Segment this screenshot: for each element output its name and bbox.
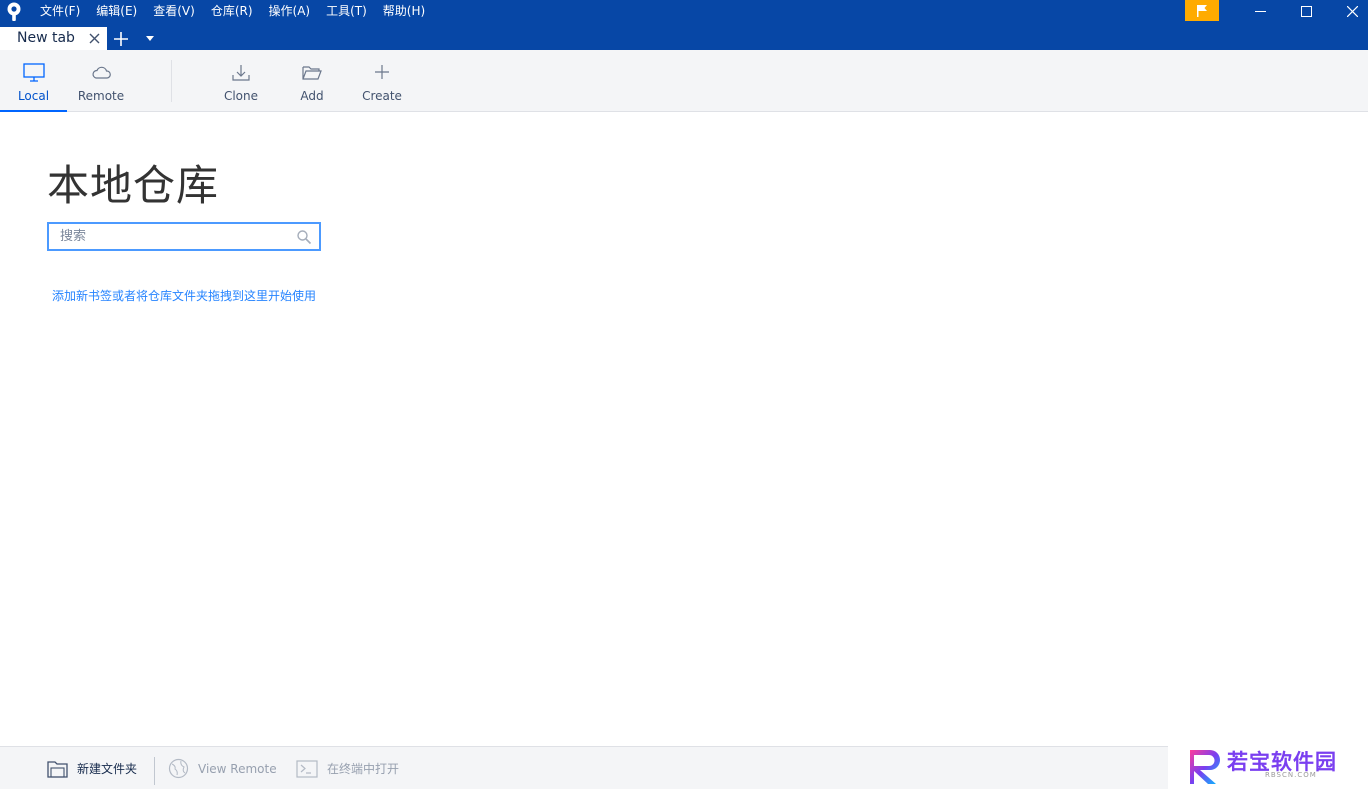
close-window-button[interactable] <box>1329 0 1368 22</box>
toolbar: Local Remote Clone Add Create <box>0 50 1368 112</box>
tab-strip: New tab <box>0 27 165 50</box>
status-bar: 新建文件夹 View Remote 在终端中打开 <box>0 746 1168 789</box>
close-icon <box>1346 5 1358 17</box>
menu-actions[interactable]: 操作(A) <box>261 0 319 22</box>
local-button[interactable]: Local <box>0 50 67 112</box>
search-box <box>47 222 321 251</box>
statusbar-divider <box>154 757 155 785</box>
tab-list-dropdown[interactable] <box>135 27 165 50</box>
create-label: Create <box>362 89 402 103</box>
menu-help[interactable]: 帮助(H) <box>375 0 433 22</box>
add-label: Add <box>300 89 324 103</box>
remote-button[interactable]: Remote <box>67 50 135 111</box>
view-remote-button[interactable]: View Remote <box>168 747 277 790</box>
search-input[interactable] <box>49 224 291 249</box>
view-remote-label: View Remote <box>198 761 277 776</box>
title-bar: 文件(F) 编辑(E) 查看(V) 仓库(R) 操作(A) 工具(T) 帮助(H… <box>0 0 1368 50</box>
minimize-icon <box>1254 10 1266 12</box>
new-folder-button[interactable]: 新建文件夹 <box>47 747 137 790</box>
tab-new-tab[interactable]: New tab <box>0 27 107 50</box>
watermark-subtext: RBSCN.COM <box>1265 771 1317 779</box>
add-bookmark-hint-link[interactable]: 添加新书签或者将仓库文件夹拖拽到这里开始使用 <box>52 287 316 304</box>
local-label: Local <box>17 89 50 103</box>
sourcetree-icon[interactable] <box>5 2 23 22</box>
menu-edit[interactable]: 编辑(E) <box>88 0 145 22</box>
download-icon <box>232 65 250 81</box>
maximize-icon <box>1300 5 1312 17</box>
menu-repository[interactable]: 仓库(R) <box>203 0 261 22</box>
notification-flag-button[interactable] <box>1185 0 1219 21</box>
toolbar-divider <box>171 60 172 102</box>
minimize-button[interactable] <box>1237 0 1283 22</box>
plus-icon <box>375 65 389 79</box>
menu-bar: 文件(F) 编辑(E) 查看(V) 仓库(R) 操作(A) 工具(T) 帮助(H… <box>32 0 433 22</box>
add-button[interactable]: Add <box>283 50 341 111</box>
search-icon <box>297 230 312 245</box>
maximize-button[interactable] <box>1283 0 1329 22</box>
terminal-icon <box>296 759 318 778</box>
create-button[interactable]: Create <box>353 50 411 111</box>
clone-button[interactable]: Clone <box>212 50 270 111</box>
plus-icon <box>114 31 128 46</box>
new-folder-icon <box>47 760 68 778</box>
clone-label: Clone <box>223 89 259 103</box>
watermark: 若宝软件园 RBSCN.COM <box>1168 746 1368 789</box>
tab-close-icon[interactable] <box>88 32 101 45</box>
menu-view[interactable]: 查看(V) <box>145 0 203 22</box>
flag-icon <box>1197 4 1207 17</box>
chevron-down-icon <box>146 36 154 41</box>
monitor-icon <box>22 63 45 82</box>
watermark-logo-icon <box>1190 750 1220 784</box>
globe-icon <box>168 758 189 779</box>
menu-file[interactable]: 文件(F) <box>32 0 88 22</box>
open-in-terminal-button[interactable]: 在终端中打开 <box>296 747 399 790</box>
new-folder-label: 新建文件夹 <box>77 762 138 776</box>
page-title: 本地仓库 <box>47 161 220 210</box>
tab-label: New tab <box>17 30 75 46</box>
folder-open-icon <box>302 66 322 80</box>
menu-tools[interactable]: 工具(T) <box>318 0 375 22</box>
remote-label: Remote <box>77 89 125 103</box>
cloud-icon <box>92 66 111 79</box>
add-tab-button[interactable] <box>107 27 135 50</box>
open-in-terminal-label: 在终端中打开 <box>327 762 400 776</box>
